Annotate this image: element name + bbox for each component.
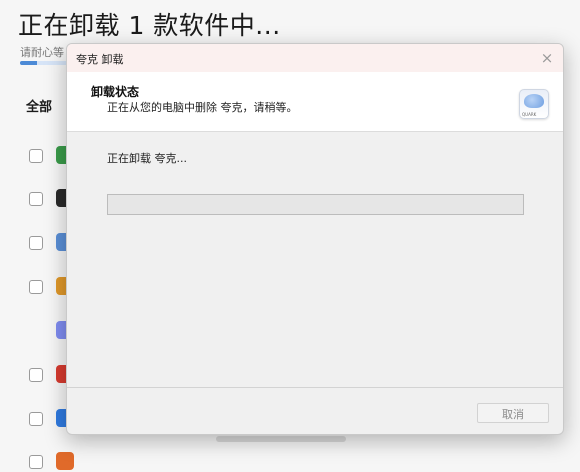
app-list-item[interactable] xyxy=(29,409,74,429)
dialog-titlebar[interactable]: 夸克 卸载 × xyxy=(67,44,563,72)
orange-app-icon xyxy=(56,452,74,470)
quark-logo-text: QUARK xyxy=(522,112,537,117)
app-checkbox[interactable] xyxy=(29,455,43,469)
taskbar-strip xyxy=(216,436,346,442)
page-progress-fill xyxy=(20,61,37,65)
header-title: 卸载状态 xyxy=(91,85,140,99)
app-list-item[interactable] xyxy=(29,146,74,166)
app-checkbox[interactable] xyxy=(29,412,43,426)
header-description: 正在从您的电脑中删除 夸克，请稍等。 xyxy=(107,101,298,114)
uninstall-status-text: 正在卸载 夸克... xyxy=(107,152,187,165)
app-list-item[interactable] xyxy=(29,365,74,385)
app-checkbox[interactable] xyxy=(29,149,43,163)
uninstall-progress-bar xyxy=(107,194,524,215)
app-checkbox[interactable] xyxy=(29,280,43,294)
dialog-header: 卸载状态 正在从您的电脑中删除 夸克，请稍等。 QUARK xyxy=(67,72,563,132)
close-icon: × xyxy=(540,49,554,67)
uninstall-dialog: 夸克 卸载 × 卸载状态 正在从您的电脑中删除 夸克，请稍等。 QUARK 正在… xyxy=(66,43,564,435)
page-title: 正在卸载 1 款软件中... xyxy=(18,11,281,40)
filter-all-tab[interactable]: 全部 xyxy=(26,96,52,115)
page-progress-bar xyxy=(20,61,68,65)
app-checkbox[interactable] xyxy=(29,236,43,250)
app-checkbox[interactable] xyxy=(29,192,43,206)
quark-logo-mark xyxy=(524,94,544,108)
page-subtitle: 请耐心等 xyxy=(20,46,64,59)
close-button[interactable]: × xyxy=(537,48,557,68)
app-list-item[interactable] xyxy=(29,277,74,297)
app-list-item[interactable] xyxy=(29,321,74,341)
app-list-item[interactable] xyxy=(29,189,74,209)
dialog-title: 夸克 卸载 xyxy=(76,53,124,66)
app-list-item[interactable] xyxy=(29,452,74,472)
app-list-item[interactable] xyxy=(29,233,74,253)
quark-logo-icon: QUARK xyxy=(519,89,549,119)
cancel-button[interactable]: 取消 xyxy=(477,403,549,423)
footer-divider xyxy=(67,387,563,388)
app-checkbox[interactable] xyxy=(29,368,43,382)
